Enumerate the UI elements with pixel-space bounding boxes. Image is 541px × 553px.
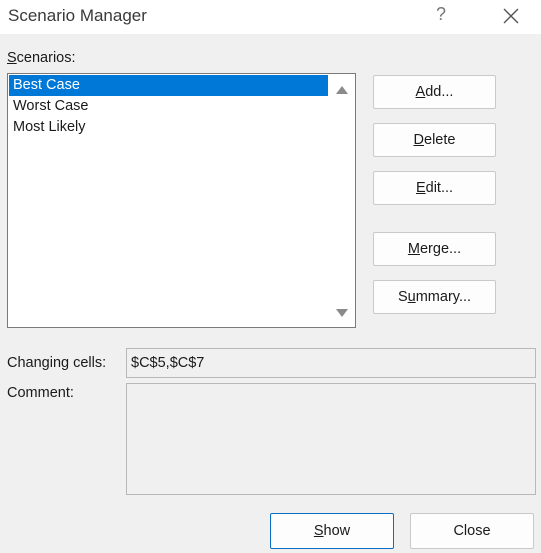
edit-button[interactable]: Edit... xyxy=(373,171,496,205)
changing-cells-field[interactable]: $C$5,$C$7 xyxy=(126,348,536,378)
add-button-key: A xyxy=(415,84,426,100)
show-button[interactable]: Show xyxy=(270,513,394,549)
delete-button-post: elete xyxy=(424,132,456,148)
merge-button-key: M xyxy=(407,241,420,257)
scenario-item-worst-case[interactable]: Worst Case xyxy=(9,96,328,117)
close-button[interactable]: Close xyxy=(410,513,534,549)
scenario-items: Best Case Worst Case Most Likely xyxy=(9,75,328,138)
merge-button[interactable]: Merge... xyxy=(373,232,496,266)
comment-label: Comment: xyxy=(7,385,74,401)
comment-field[interactable] xyxy=(126,383,536,495)
edit-button-post: dit... xyxy=(425,180,454,196)
help-icon[interactable]: ? xyxy=(436,4,446,25)
summary-button-pre: S xyxy=(397,289,408,305)
delete-button[interactable]: Delete xyxy=(373,123,496,157)
scenarios-listbox[interactable]: Best Case Worst Case Most Likely xyxy=(7,73,356,328)
summary-button-key: u xyxy=(407,289,416,305)
scenario-item-best-case[interactable]: Best Case xyxy=(9,75,328,96)
changing-cells-label: Changing cells: xyxy=(7,355,107,371)
scenarios-label-key: S xyxy=(7,50,17,66)
scenarios-label-post: cenarios: xyxy=(16,50,76,66)
title-bar: Scenario Manager ? xyxy=(0,0,541,34)
close-icon[interactable] xyxy=(499,4,523,28)
add-button-post: dd... xyxy=(425,84,454,100)
show-button-key: S xyxy=(313,523,324,539)
scenario-item-most-likely[interactable]: Most Likely xyxy=(9,117,328,138)
delete-button-key: D xyxy=(413,132,425,148)
listbox-scrollbar[interactable] xyxy=(329,74,355,327)
scroll-down-icon[interactable] xyxy=(336,309,348,317)
summary-button-post: mmary... xyxy=(415,289,472,305)
scroll-up-icon[interactable] xyxy=(336,86,348,94)
show-button-post: how xyxy=(323,523,351,539)
summary-button[interactable]: Summary... xyxy=(373,280,496,314)
window-title: Scenario Manager xyxy=(8,6,147,25)
merge-button-post: erge... xyxy=(419,241,462,257)
scenarios-label: Scenarios: xyxy=(7,50,76,66)
edit-button-key: E xyxy=(415,180,426,196)
add-button[interactable]: Add... xyxy=(373,75,496,109)
